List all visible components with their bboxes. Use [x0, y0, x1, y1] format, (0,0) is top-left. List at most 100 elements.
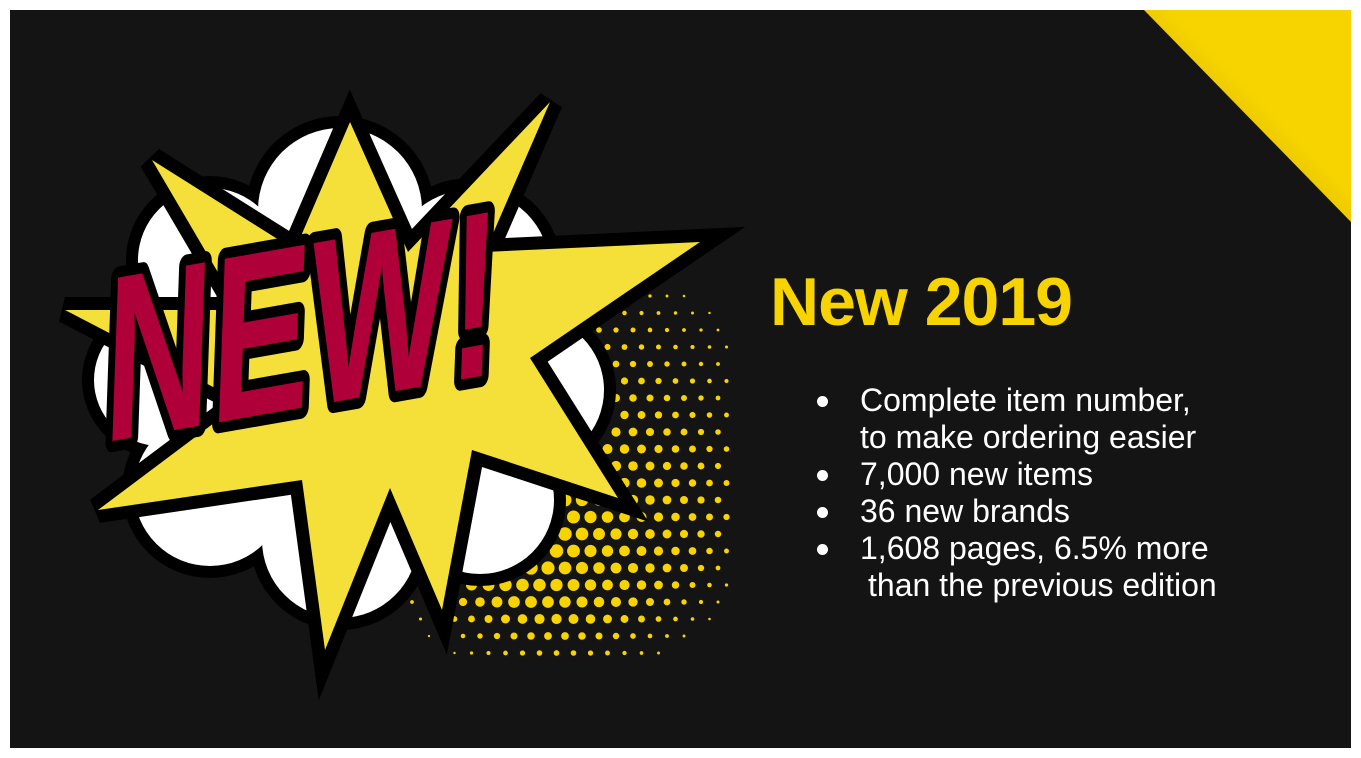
halftone-dot	[645, 597, 655, 607]
halftone-dot	[663, 598, 671, 606]
halftone-dot	[647, 361, 653, 367]
halftone-dot	[716, 362, 720, 366]
halftone-dot	[671, 581, 680, 589]
halftone-dot	[645, 529, 655, 539]
halftone-dot	[653, 546, 664, 556]
halftone-dot	[682, 294, 686, 298]
halftone-dot	[673, 344, 678, 350]
halftone-dot	[662, 529, 672, 539]
halftone-dot	[629, 360, 637, 368]
halftone-dot	[645, 427, 655, 437]
halftone-dot	[568, 613, 579, 625]
halftone-dot	[647, 327, 653, 333]
halftone-dot	[622, 310, 627, 316]
halftone-dot	[708, 617, 711, 621]
halftone-dot	[475, 597, 485, 607]
halftone-dot	[486, 650, 491, 656]
halftone-dot	[681, 599, 687, 605]
halftone-dot	[551, 613, 562, 625]
halftone-dot	[596, 327, 602, 333]
halftone-dot	[517, 614, 528, 624]
halftone-dot	[698, 599, 704, 605]
halftone-dot	[491, 596, 503, 608]
halftone-dot	[593, 562, 605, 574]
halftone-dot	[525, 596, 537, 608]
halftone-dot	[680, 462, 688, 470]
halftone-dot	[627, 562, 639, 574]
halftone-dot	[680, 428, 688, 436]
halftone-dot	[493, 632, 501, 640]
halftone-dot	[418, 617, 423, 621]
halftone-dot	[655, 344, 662, 350]
halftone-dot	[688, 479, 697, 487]
halftone-dot	[714, 462, 722, 470]
halftone-dot	[663, 428, 671, 436]
halftone-dot	[663, 394, 671, 402]
halftone-dot	[655, 377, 662, 385]
halftone-dot	[427, 634, 431, 638]
halftone-dot	[648, 294, 652, 298]
halftone-dot	[516, 578, 529, 592]
halftone-dot	[664, 327, 670, 333]
halftone-dot	[610, 528, 622, 540]
halftone-dot	[460, 633, 466, 639]
halftone-dot	[664, 361, 670, 367]
halftone-dot	[585, 614, 596, 624]
new-burst-graphic: NEW! NEW!	[59, 89, 746, 701]
halftone-dot	[619, 545, 630, 557]
halftone-dot	[699, 328, 703, 332]
halftone-dot	[567, 579, 580, 591]
halftone-dot	[697, 530, 705, 538]
bullet-item: 7,000 new items	[808, 456, 1328, 493]
bullet-item: 36 new brands	[808, 493, 1328, 530]
halftone-dot	[637, 444, 646, 454]
halftone-dot	[620, 410, 629, 420]
halftone-dot	[542, 596, 554, 608]
halftone-dot	[679, 529, 689, 539]
halftone-dot	[698, 395, 704, 401]
halftone-dot	[593, 596, 605, 608]
halftone-dot	[646, 394, 654, 402]
bullet-text: Complete item number,	[860, 382, 1191, 418]
halftone-dot	[714, 496, 722, 504]
halftone-dot	[716, 328, 720, 332]
halftone-dot	[620, 377, 629, 385]
halftone-dot	[656, 311, 661, 315]
halftone-dot	[541, 561, 555, 575]
halftone-dot	[638, 615, 645, 623]
halftone-dot	[673, 311, 678, 315]
halftone-dot	[636, 478, 647, 488]
slide: NEW! NEW! New 2019 Complete item number,…	[10, 10, 1351, 748]
halftone-dot	[638, 377, 645, 385]
bullet-text: 36 new brands	[860, 493, 1070, 529]
halftone-dot	[715, 565, 721, 571]
halftone-dot	[636, 546, 647, 556]
halftone-dot	[621, 344, 628, 350]
halftone-dot	[707, 582, 712, 588]
halftone-dot	[613, 327, 619, 333]
halftone-dot	[707, 378, 712, 384]
halftone-dot	[603, 614, 612, 624]
halftone-dot	[723, 513, 730, 521]
halftone-dot	[628, 597, 638, 607]
halftone-dot	[679, 495, 689, 505]
halftone-dot	[653, 512, 664, 522]
halftone-dot	[628, 461, 638, 471]
halftone-dot	[672, 411, 679, 419]
halftone-dot	[682, 328, 686, 332]
halftone-dot	[605, 650, 610, 656]
halftone-dot	[715, 395, 721, 401]
slide-title: New 2019	[770, 264, 1073, 340]
halftone-dot	[706, 547, 713, 555]
halftone-dot	[690, 617, 695, 621]
halftone-dot	[672, 378, 679, 384]
halftone-dot	[561, 632, 569, 640]
halftone-dot	[630, 327, 636, 333]
halftone-dot	[724, 345, 729, 349]
bullet-item: Complete item number, to make ordering e…	[808, 382, 1328, 456]
halftone-dot	[458, 597, 468, 607]
halftone-dot	[536, 650, 543, 656]
halftone-dot	[567, 510, 580, 524]
halftone-dot	[707, 345, 712, 349]
halftone-dot	[587, 650, 594, 656]
